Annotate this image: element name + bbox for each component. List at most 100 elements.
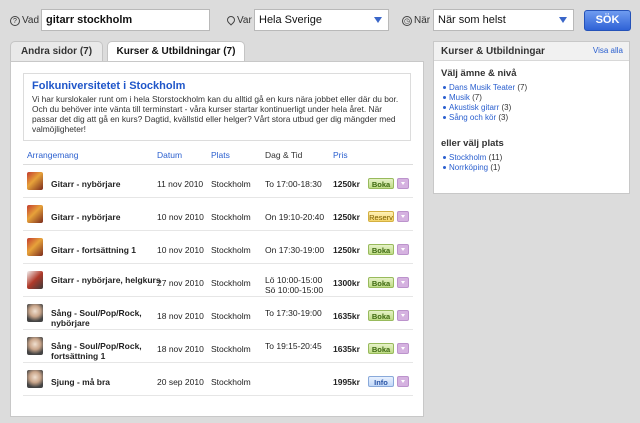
header-dag-tid: Dag & Tid <box>265 150 303 160</box>
tab-other-pages[interactable]: Andra sidor (7) <box>10 41 103 61</box>
place-filter-item[interactable]: Norrköping (1) <box>443 163 500 173</box>
course-thumbnail <box>27 337 43 355</box>
header-datum[interactable]: Datum <box>157 150 182 160</box>
filter-panel: Kurser & Utbildningar Visa alla Välj ämn… <box>433 41 630 194</box>
where-label-group: Var <box>227 15 252 26</box>
course-place: Stockholm <box>211 212 251 222</box>
course-date: 10 nov 2010 <box>157 245 204 255</box>
subject-filter-item[interactable]: Dans Musik Teater (7) <box>443 83 527 93</box>
course-thumbnail <box>27 271 43 289</box>
boka-button[interactable]: Boka <box>368 178 394 189</box>
boka-button[interactable]: Boka <box>368 277 394 288</box>
bullet-icon <box>443 166 446 170</box>
header-pris[interactable]: Pris <box>333 150 348 160</box>
course-date: 20 sep 2010 <box>157 377 204 387</box>
info-button[interactable]: Info <box>368 376 394 387</box>
course-date: 27 nov 2010 <box>157 278 204 288</box>
what-label: Vad <box>22 15 40 26</box>
boka-button[interactable]: Boka <box>368 343 394 354</box>
tab-courses[interactable]: Kurser & Utbildningar (7) <box>107 41 245 63</box>
bullet-icon <box>443 116 446 120</box>
when-label-group: ◷ När <box>402 15 430 26</box>
favorite-dropdown-icon[interactable] <box>397 244 409 255</box>
course-price: 1250kr <box>333 245 360 255</box>
course-date: 18 nov 2010 <box>157 311 204 321</box>
favorite-dropdown-icon[interactable] <box>397 178 409 189</box>
bullet-icon <box>443 86 446 90</box>
course-name-line2[interactable]: fortsättning 1 <box>51 351 105 361</box>
course-place: Stockholm <box>211 344 251 354</box>
course-date: 10 nov 2010 <box>157 212 204 222</box>
place-filter-link[interactable]: Stockholm <box>449 153 486 162</box>
course-place: Stockholm <box>211 311 251 321</box>
table-header: Arrangemang Datum Plats Dag & Tid Pris <box>23 146 413 165</box>
header-arrangemang[interactable]: Arrangemang <box>27 150 79 160</box>
course-place: Stockholm <box>211 377 251 387</box>
bullet-icon <box>443 106 446 110</box>
favorite-dropdown-icon[interactable] <box>397 277 409 288</box>
course-name[interactable]: Sång - Soul/Pop/Rock, <box>51 308 142 318</box>
table-body: Gitarr - nybörjare 11 nov 2010 Stockholm To… <box>23 165 413 396</box>
favorite-dropdown-icon[interactable] <box>397 211 409 222</box>
place-filter-count: (11) <box>488 153 503 162</box>
favorite-dropdown-icon[interactable] <box>397 343 409 354</box>
place-heading: eller välj plats <box>441 138 504 149</box>
clock-icon: ◷ <box>402 15 412 26</box>
subject-filter-count: (7) <box>472 93 482 102</box>
provider-description: Vi har kurslokaler runt om i hela Storst… <box>32 94 399 134</box>
course-time: To 19:15-20:45 <box>265 341 322 351</box>
course-place: Stockholm <box>211 278 251 288</box>
course-name[interactable]: Gitarr - fortsättning 1 <box>51 245 136 255</box>
where-label: Var <box>237 15 252 26</box>
course-price: 1635kr <box>333 344 360 354</box>
course-name[interactable]: Gitarr - nybörjare, helgkurs <box>51 275 161 285</box>
course-time: On 19:10-20:40 <box>265 212 325 222</box>
course-time-line2: Sö 10:00-15:00 <box>265 285 324 295</box>
subject-filter-link[interactable]: Akustisk gitarr <box>449 103 499 112</box>
bullet-icon <box>443 156 446 160</box>
view-all-link[interactable]: Visa alla <box>593 46 623 55</box>
course-name[interactable]: Gitarr - nybörjare <box>51 179 120 189</box>
table-row: Gitarr - nybörjare 11 nov 2010 Stockholm To… <box>23 165 413 198</box>
course-thumbnail <box>27 304 43 322</box>
subject-filter-item[interactable]: Akustisk gitarr (3) <box>443 103 511 113</box>
place-filter-link[interactable]: Norrköping <box>449 163 488 172</box>
favorite-dropdown-icon[interactable] <box>397 310 409 321</box>
subject-filter-item[interactable]: Musik (7) <box>443 93 482 103</box>
reserv-button[interactable]: Reserv <box>368 211 394 222</box>
course-date: 11 nov 2010 <box>157 179 204 189</box>
bullet-icon <box>443 96 446 100</box>
course-price: 1635kr <box>333 311 360 321</box>
when-label: När <box>414 15 431 26</box>
when-select-value: När som helst <box>438 14 506 26</box>
favorite-dropdown-icon[interactable] <box>397 376 409 387</box>
subject-filter-count: (3) <box>501 103 512 112</box>
course-thumbnail <box>27 172 43 190</box>
where-select[interactable]: Hela Sverige <box>254 9 389 31</box>
table-row: Gitarr - nybörjare 10 nov 2010 Stockholm On… <box>23 198 413 231</box>
subject-filter-item[interactable]: Sång och kör (3) <box>443 113 508 123</box>
course-name[interactable]: Sång - Soul/Pop/Rock, <box>51 341 142 351</box>
what-input[interactable]: gitarr stockholm <box>41 9 210 31</box>
course-thumbnail <box>27 370 43 388</box>
location-pin-icon <box>227 16 235 26</box>
header-plats[interactable]: Plats <box>211 150 230 160</box>
boka-button[interactable]: Boka <box>368 244 394 255</box>
course-place: Stockholm <box>211 245 251 255</box>
course-name[interactable]: Sjung - må bra <box>51 377 110 387</box>
subject-filter-link[interactable]: Dans Musik Teater <box>449 83 515 92</box>
search-button[interactable]: SÖK <box>584 10 631 31</box>
course-name-line2[interactable]: nybörjare <box>51 318 90 328</box>
when-select[interactable]: När som helst <box>433 9 574 31</box>
course-time: To 17:00-18:30 <box>265 179 322 189</box>
provider-title-link[interactable]: Folkuniversitetet i Stockholm <box>32 80 402 92</box>
place-filter-item[interactable]: Stockholm (11) <box>443 153 502 163</box>
subject-filter-link[interactable]: Sång och kör <box>449 113 496 122</box>
boka-button[interactable]: Boka <box>368 310 394 321</box>
filter-panel-header: Kurser & Utbildningar Visa alla <box>434 42 629 61</box>
course-thumbnail <box>27 205 43 223</box>
subject-filter-link[interactable]: Musik <box>449 93 470 102</box>
subject-filter-count: (7) <box>517 83 528 92</box>
course-name[interactable]: Gitarr - nybörjare <box>51 212 120 222</box>
where-select-value: Hela Sverige <box>259 14 322 26</box>
